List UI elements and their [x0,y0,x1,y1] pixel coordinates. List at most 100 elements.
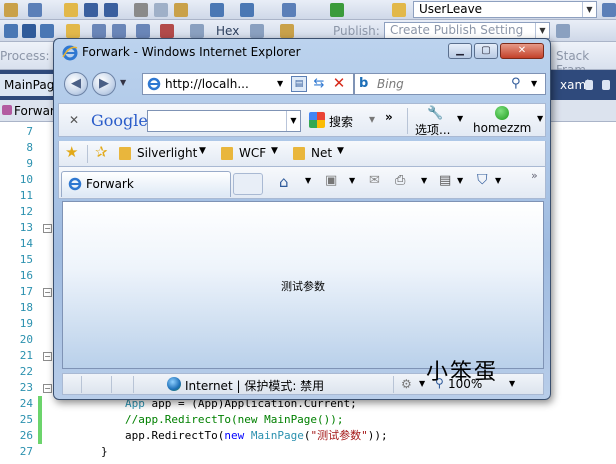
undo-icon[interactable] [210,3,224,17]
chevron-down-icon[interactable]: ▼ [337,146,344,156]
collapse-icon[interactable]: − [43,352,52,361]
overflow-chevron-icon[interactable]: » [531,169,538,182]
chevron-down-icon[interactable]: ▼ [421,176,427,185]
redo-icon[interactable] [240,3,254,17]
compatibility-icon[interactable]: ▤ [291,76,307,92]
pin-icon[interactable] [585,80,593,90]
quickwatch-icon[interactable] [190,24,204,38]
cut-icon[interactable] [134,3,148,17]
security-zone[interactable]: Internet | 保护模式: 禁用 [185,377,324,394]
overflow-chevron-icon[interactable]: » [385,110,393,124]
breakpoint-icon[interactable] [160,24,174,38]
chevron-down-icon[interactable]: ▼ [509,379,515,388]
address-bar[interactable]: http://localh... ▼ ▤ ⇆ ✕ [142,73,354,95]
back-button[interactable]: ◀ [64,72,88,96]
paste-icon[interactable] [174,3,188,17]
home-icon[interactable]: ⌂ [279,173,289,191]
publish-setting-value: Create Publish Setting [390,23,524,37]
publish-icon[interactable] [556,24,570,38]
address-dropdown-icon[interactable]: ▼ [277,79,283,88]
copy-icon[interactable] [154,3,168,17]
popup-blocker-icon[interactable]: ⚙ [401,377,412,391]
more-chevron-icon[interactable]: ▾ [369,112,375,126]
chevron-down-icon[interactable]: ▼ [305,176,311,185]
account-dropdown-icon[interactable]: ▼ [537,114,543,123]
search-input[interactable]: Bing [377,77,404,91]
favorite-folder-wcf[interactable]: WCF [239,146,266,160]
search-options-icon[interactable]: ▼ [531,79,537,88]
chevron-down-icon[interactable]: ▼ [349,176,355,185]
chevron-down-icon[interactable]: ▼ [535,23,549,38]
wrench-icon: 🔧 [427,106,444,121]
refresh-icon[interactable]: ⇆ [311,76,327,92]
collapse-icon[interactable]: − [43,384,52,393]
solution-explorer-icon[interactable] [602,3,616,17]
feeds-icon[interactable]: ▣ [325,173,337,188]
account-button[interactable]: homezzm [469,106,539,136]
favorite-folder-net[interactable]: Net [311,146,332,160]
close-toolbar-icon[interactable]: ✕ [69,113,79,127]
add-favorite-icon[interactable]: ✰ [95,143,108,161]
new-tab-button[interactable] [233,173,263,195]
threads-icon[interactable] [250,24,264,38]
navigation-row: ◀ ▶ ▼ http://localh... ▼ ▤ ⇆ ✕ b Bing ⚲ … [58,69,546,97]
mail-icon[interactable]: ✉ [369,173,380,188]
search-icon[interactable]: ⚲ [511,76,521,91]
options-button[interactable]: 🔧 选项... [413,106,459,137]
new-project-icon[interactable] [4,3,18,17]
search-box[interactable]: b Bing ⚲ ▼ [354,73,546,95]
add-item-icon[interactable] [28,3,42,17]
safety-shield-icon[interactable]: ⛉ [477,172,488,188]
line-number: 24 [19,397,33,410]
show-next-statement-icon[interactable] [66,24,80,38]
chevron-down-icon[interactable]: ▼ [457,176,463,185]
step-out-icon[interactable] [136,24,150,38]
google-search-input[interactable]: ▼ [147,110,301,132]
ie-title-bar[interactable]: Forwark - Windows Internet Explorer ▁ ▢ … [54,39,550,65]
favorites-star-icon[interactable]: ★ [65,143,78,161]
maximize-button[interactable]: ▢ [474,43,498,59]
line-number: 13 [19,221,33,234]
step-into-icon[interactable] [92,24,106,38]
stop-icon[interactable]: ✕ [331,75,347,91]
line-number: 17 [19,285,33,298]
toolbar-divider [407,108,408,134]
restart-icon[interactable] [40,24,54,38]
navigate-back-icon[interactable] [282,3,296,17]
chevron-down-icon[interactable]: ▼ [199,146,206,156]
page-menu-icon[interactable]: ▤ [439,173,451,188]
tab-forwark[interactable]: Forwark [61,171,231,197]
google-search-button[interactable]: 搜索 [307,110,361,132]
chevron-down-icon[interactable]: ▼ [419,379,425,388]
stop-icon[interactable] [22,24,36,38]
page-icon [147,77,161,91]
open-folder-icon[interactable] [64,3,78,17]
history-dropdown-icon[interactable]: ▼ [120,78,126,87]
minimize-button[interactable]: ▁ [448,43,472,59]
page-content[interactable]: 测试参数 [62,201,544,369]
dropdown-icon[interactable] [602,80,610,90]
collapse-icon[interactable]: − [43,288,52,297]
forward-button[interactable]: ▶ [92,72,116,96]
start-debug-icon[interactable] [330,3,344,17]
chevron-down-icon[interactable]: ▼ [286,111,300,131]
chevron-down-icon[interactable]: ▼ [582,2,596,17]
step-over-icon[interactable] [112,24,126,38]
debug-settings-icon[interactable] [280,24,294,38]
find-icon[interactable] [392,3,406,17]
print-icon[interactable]: ⎙ [395,173,405,188]
save-icon[interactable] [84,3,98,17]
pause-icon[interactable] [4,24,18,38]
options-dropdown-icon[interactable]: ▼ [457,114,463,123]
save-all-icon[interactable] [104,3,118,17]
favorite-folder-silverlight[interactable]: Silverlight [137,146,197,160]
collapse-icon[interactable]: − [43,224,52,233]
code-line: //app.RedirectTo(new MainPage()); [125,412,344,428]
chevron-down-icon[interactable]: ▼ [271,146,278,156]
close-button[interactable]: ✕ [500,43,544,59]
find-combo[interactable]: UserLeave ▼ [413,1,597,18]
chevron-down-icon[interactable]: ▼ [495,176,501,185]
address-input[interactable]: http://localh... [165,77,249,91]
hex-toggle[interactable]: Hex [216,24,239,38]
publish-setting-combo[interactable]: Create Publish Setting ▼ [384,22,550,39]
